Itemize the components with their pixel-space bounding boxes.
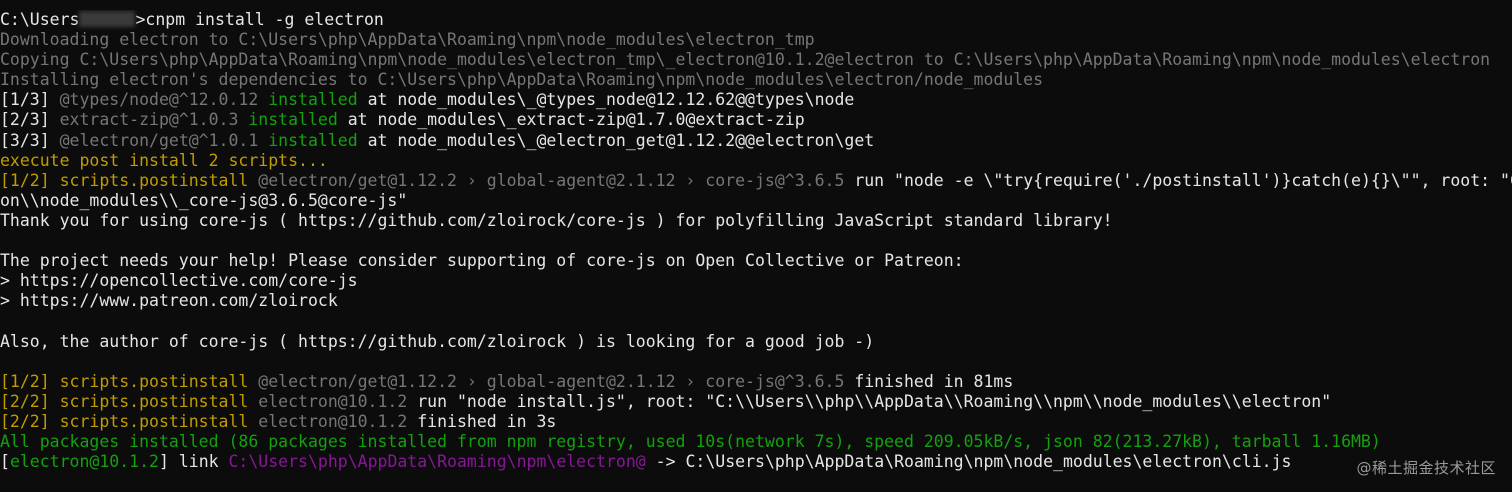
terminal-line: Thank you for using core-js ( https://gi… — [0, 211, 1512, 231]
terminal-text-segment: run "node -e \"try{require('./postinstal… — [854, 170, 1512, 190]
terminal-text-segment: @electron/get@^1.0.1 — [59, 130, 269, 150]
terminal-line: [1/2] scripts.postinstall @electron/get@… — [0, 372, 1512, 392]
terminal-line: Installing electron's dependencies to C:… — [0, 70, 1512, 90]
terminal-text-segment: Thank you for using core-js ( https://gi… — [0, 210, 1113, 230]
terminal-line: on\\node_modules\\_core-js@3.6.5@core-js… — [0, 191, 1512, 211]
terminal-line: [2/2] scripts.postinstall electron@10.1.… — [0, 392, 1512, 412]
terminal-line: Downloading electron to C:\Users\php\App… — [0, 30, 1512, 50]
terminal-text-segment: [2/2] scripts.postinstall — [0, 391, 259, 411]
terminal-text-segment: @electron/get@1.12.2 › global-agent@2.1.… — [258, 371, 855, 391]
terminal-text-segment: at node_modules\_@types_node@12.12.62@@t… — [357, 90, 855, 110]
terminal-text-segment: extract-zip@^1.0.3 — [59, 110, 249, 130]
terminal-text-segment: All packages installed (86 packages inst… — [0, 431, 1381, 451]
terminal-text-segment: electron@10.1.2 — [258, 391, 418, 411]
terminal-text-segment: [2/3] — [0, 110, 60, 130]
terminal-line: > https://opencollective.com/core-js — [0, 271, 1512, 291]
terminal-line: > https://www.patreon.com/zloirock — [0, 291, 1512, 311]
terminal-text-segment: [1/2] scripts.postinstall — [0, 371, 259, 391]
terminal-line: [electron@10.1.2] link C:\Users\php\AppD… — [0, 452, 1512, 472]
terminal-text-segment: at node_modules\_@electron_get@1.12.2@@e… — [357, 130, 875, 150]
terminal-text-segment: > https://www.patreon.com/zloirock — [0, 291, 338, 311]
terminal-text-segment: Installing electron's dependencies to C:… — [0, 70, 1044, 90]
terminal-text-segment: run "node install.js", root: "C:\\Users\… — [417, 391, 1332, 411]
terminal-text-segment: [ — [0, 452, 10, 472]
terminal-text-segment: execute post install 2 scripts... — [0, 150, 328, 170]
redacted-username — [79, 11, 136, 27]
terminal-line: C:\Users >cnpm install -g electron — [0, 10, 1512, 30]
terminal-text-segment: electron@10.1.2 — [9, 452, 159, 472]
terminal-text-segment: The project needs your help! Please cons… — [0, 251, 964, 271]
terminal-text-segment: [2/2] scripts.postinstall — [0, 411, 259, 431]
terminal-line: [3/3] @electron/get@^1.0.1 installed at … — [0, 131, 1512, 151]
terminal-text-segment: installed — [268, 130, 358, 150]
terminal-text-segment: at node_modules\_extract-zip@1.7.0@extra… — [337, 110, 805, 130]
terminal-text-segment: >cnpm install -g electron — [135, 10, 384, 29]
terminal-text-segment: @types/node@^12.0.12 — [59, 90, 269, 110]
terminal-text-segment: [3/3] — [0, 130, 60, 150]
terminal-text-segment: Copying C:\Users\php\AppData\Roaming\npm… — [0, 50, 1491, 70]
terminal-text-segment: @electron/get@1.12.2 › global-agent@2.1.… — [258, 170, 855, 190]
watermark: @稀土掘金技术社区 — [1356, 459, 1496, 477]
terminal-text-segment: installed — [248, 110, 338, 130]
terminal-text-segment: Also, the author of core-js ( https://gi… — [0, 331, 875, 351]
terminal-text-segment: electron@10.1.2 — [258, 411, 418, 431]
terminal-output[interactable]: C:\Users >cnpm install -g electron Downloa… — [0, 10, 1512, 490]
terminal-line: execute post install 2 scripts... — [0, 151, 1512, 171]
terminal-text-segment: on\\node_modules\\_core-js@3.6.5@core-js… — [0, 190, 408, 210]
terminal-text-segment: > https://opencollective.com/core-js — [0, 271, 358, 291]
terminal-text-segment: finished in 3s — [417, 411, 557, 431]
terminal-line: [1/3] @types/node@^12.0.12 installed at … — [0, 90, 1512, 110]
terminal-line: [2/3] extract-zip@^1.0.3 installed at no… — [0, 110, 1512, 130]
terminal-text-segment: [1/2] scripts.postinstall — [0, 170, 259, 190]
terminal-text-segment: Downloading electron to C:\Users\php\App… — [0, 30, 815, 50]
terminal-text-segment: ] link — [158, 452, 229, 472]
terminal-text-segment: C:\Users — [0, 10, 80, 29]
terminal-line: Copying C:\Users\php\AppData\Roaming\npm… — [0, 50, 1512, 70]
terminal-line: [1/2] scripts.postinstall @electron/get@… — [0, 171, 1512, 191]
terminal-text-segment: installed — [268, 90, 358, 110]
terminal-text-segment: -> C:\Users\php\AppData\Roaming\npm\node… — [645, 452, 1292, 472]
terminal-text-segment: [1/3] — [0, 90, 60, 110]
terminal-line: The project needs your help! Please cons… — [0, 251, 1512, 271]
terminal-text-segment: C:\Users\php\AppData\Roaming\npm\electro… — [228, 452, 646, 472]
terminal-line: All packages installed (86 packages inst… — [0, 432, 1512, 452]
terminal-line: Also, the author of core-js ( https://gi… — [0, 332, 1512, 352]
terminal-line: [2/2] scripts.postinstall electron@10.1.… — [0, 412, 1512, 432]
terminal-text-segment: finished in 81ms — [854, 371, 1014, 391]
